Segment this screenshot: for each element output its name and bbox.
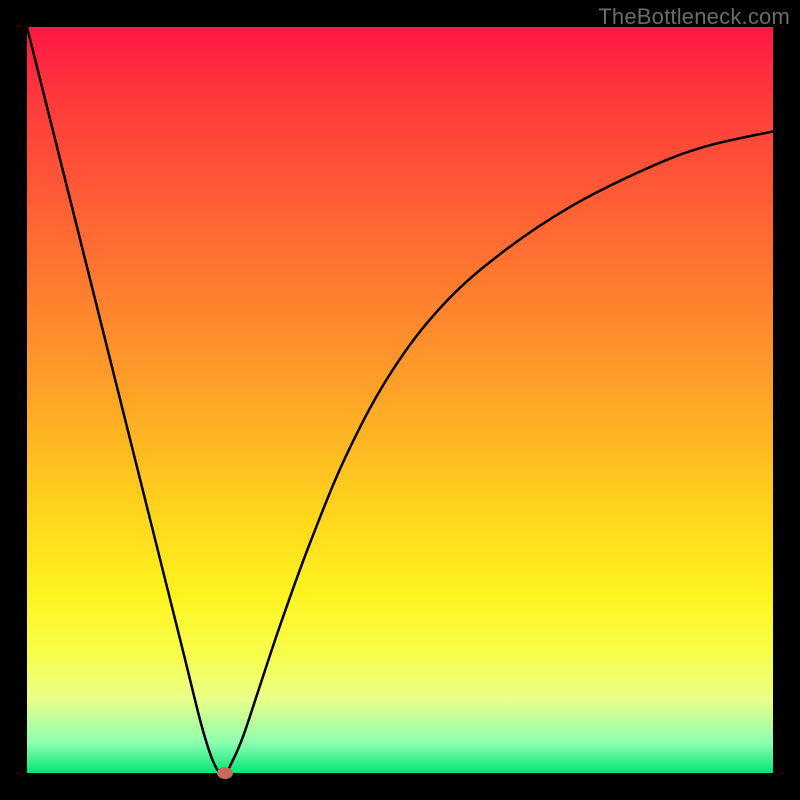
heat-gradient-background <box>27 27 773 773</box>
minimum-dot <box>217 767 233 779</box>
chart-frame <box>27 27 773 773</box>
